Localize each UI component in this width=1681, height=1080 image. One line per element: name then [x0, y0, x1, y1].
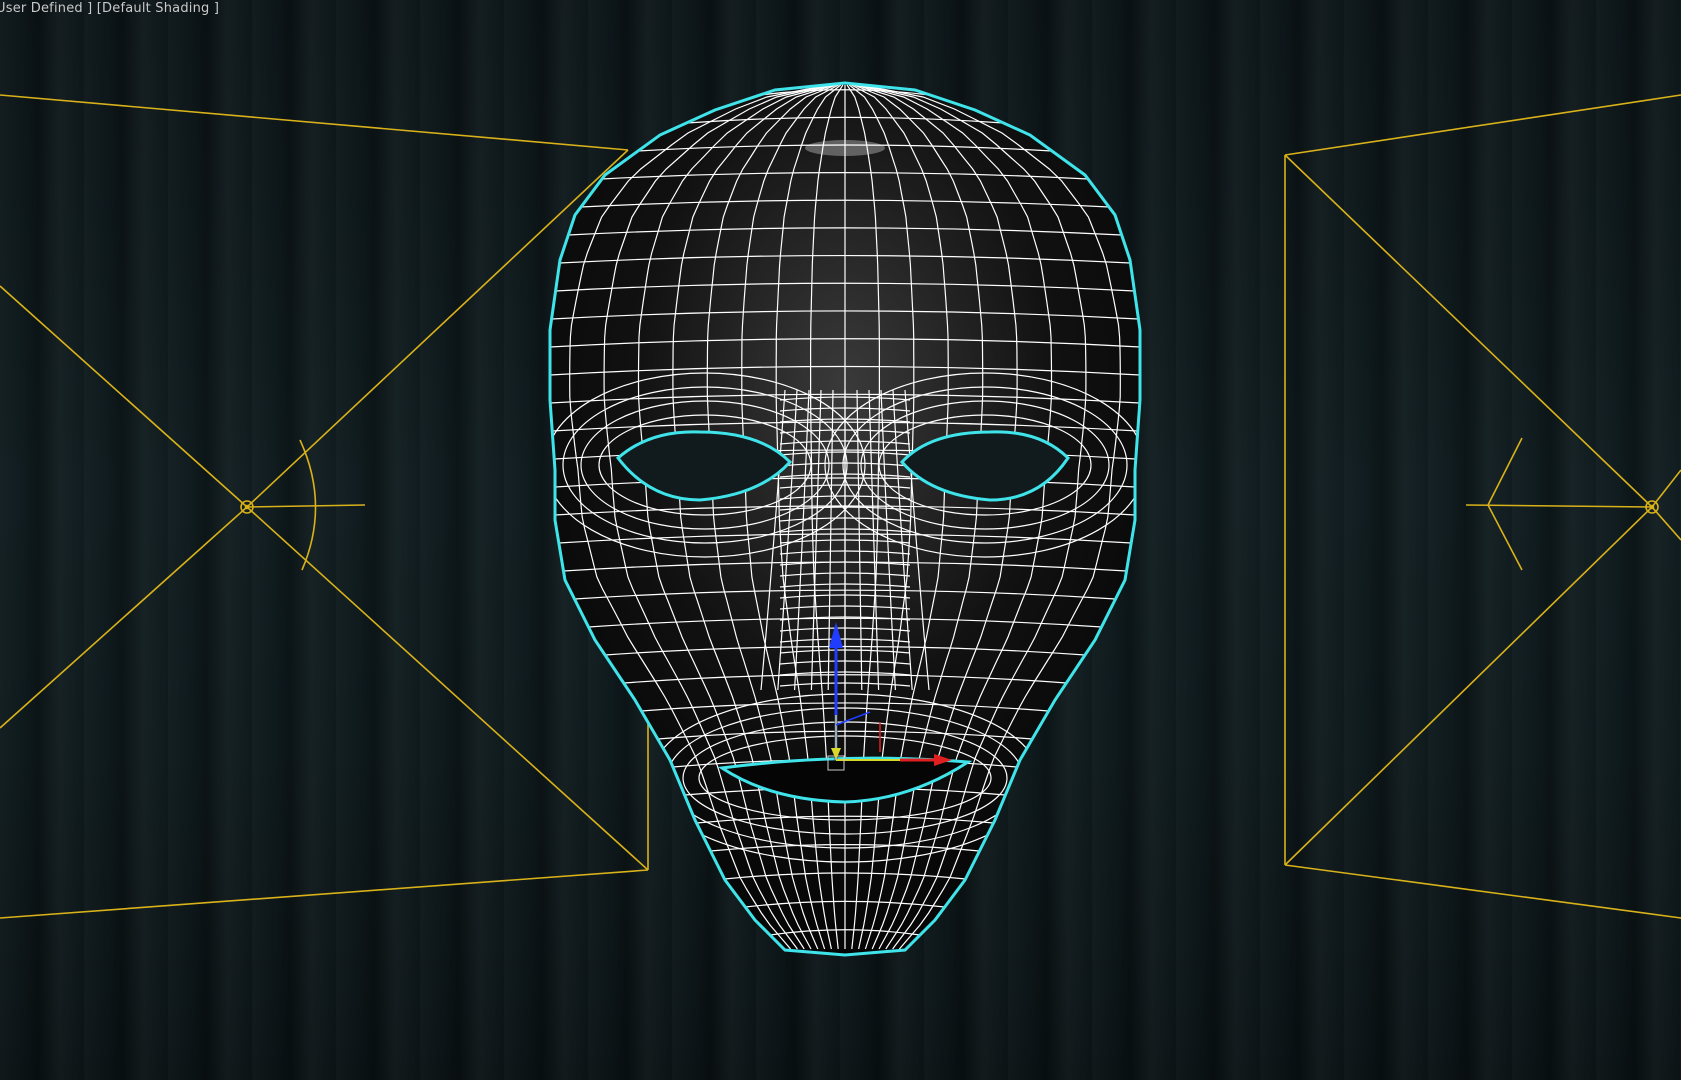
camera-left[interactable]: [0, 94, 649, 919]
face-mesh[interactable]: [545, 81, 1145, 957]
camera-right[interactable]: [1284, 94, 1681, 919]
3d-viewport[interactable]: User Defined ] [Default Shading ]: [0, 0, 1681, 1080]
viewport-scene: [0, 81, 1681, 957]
